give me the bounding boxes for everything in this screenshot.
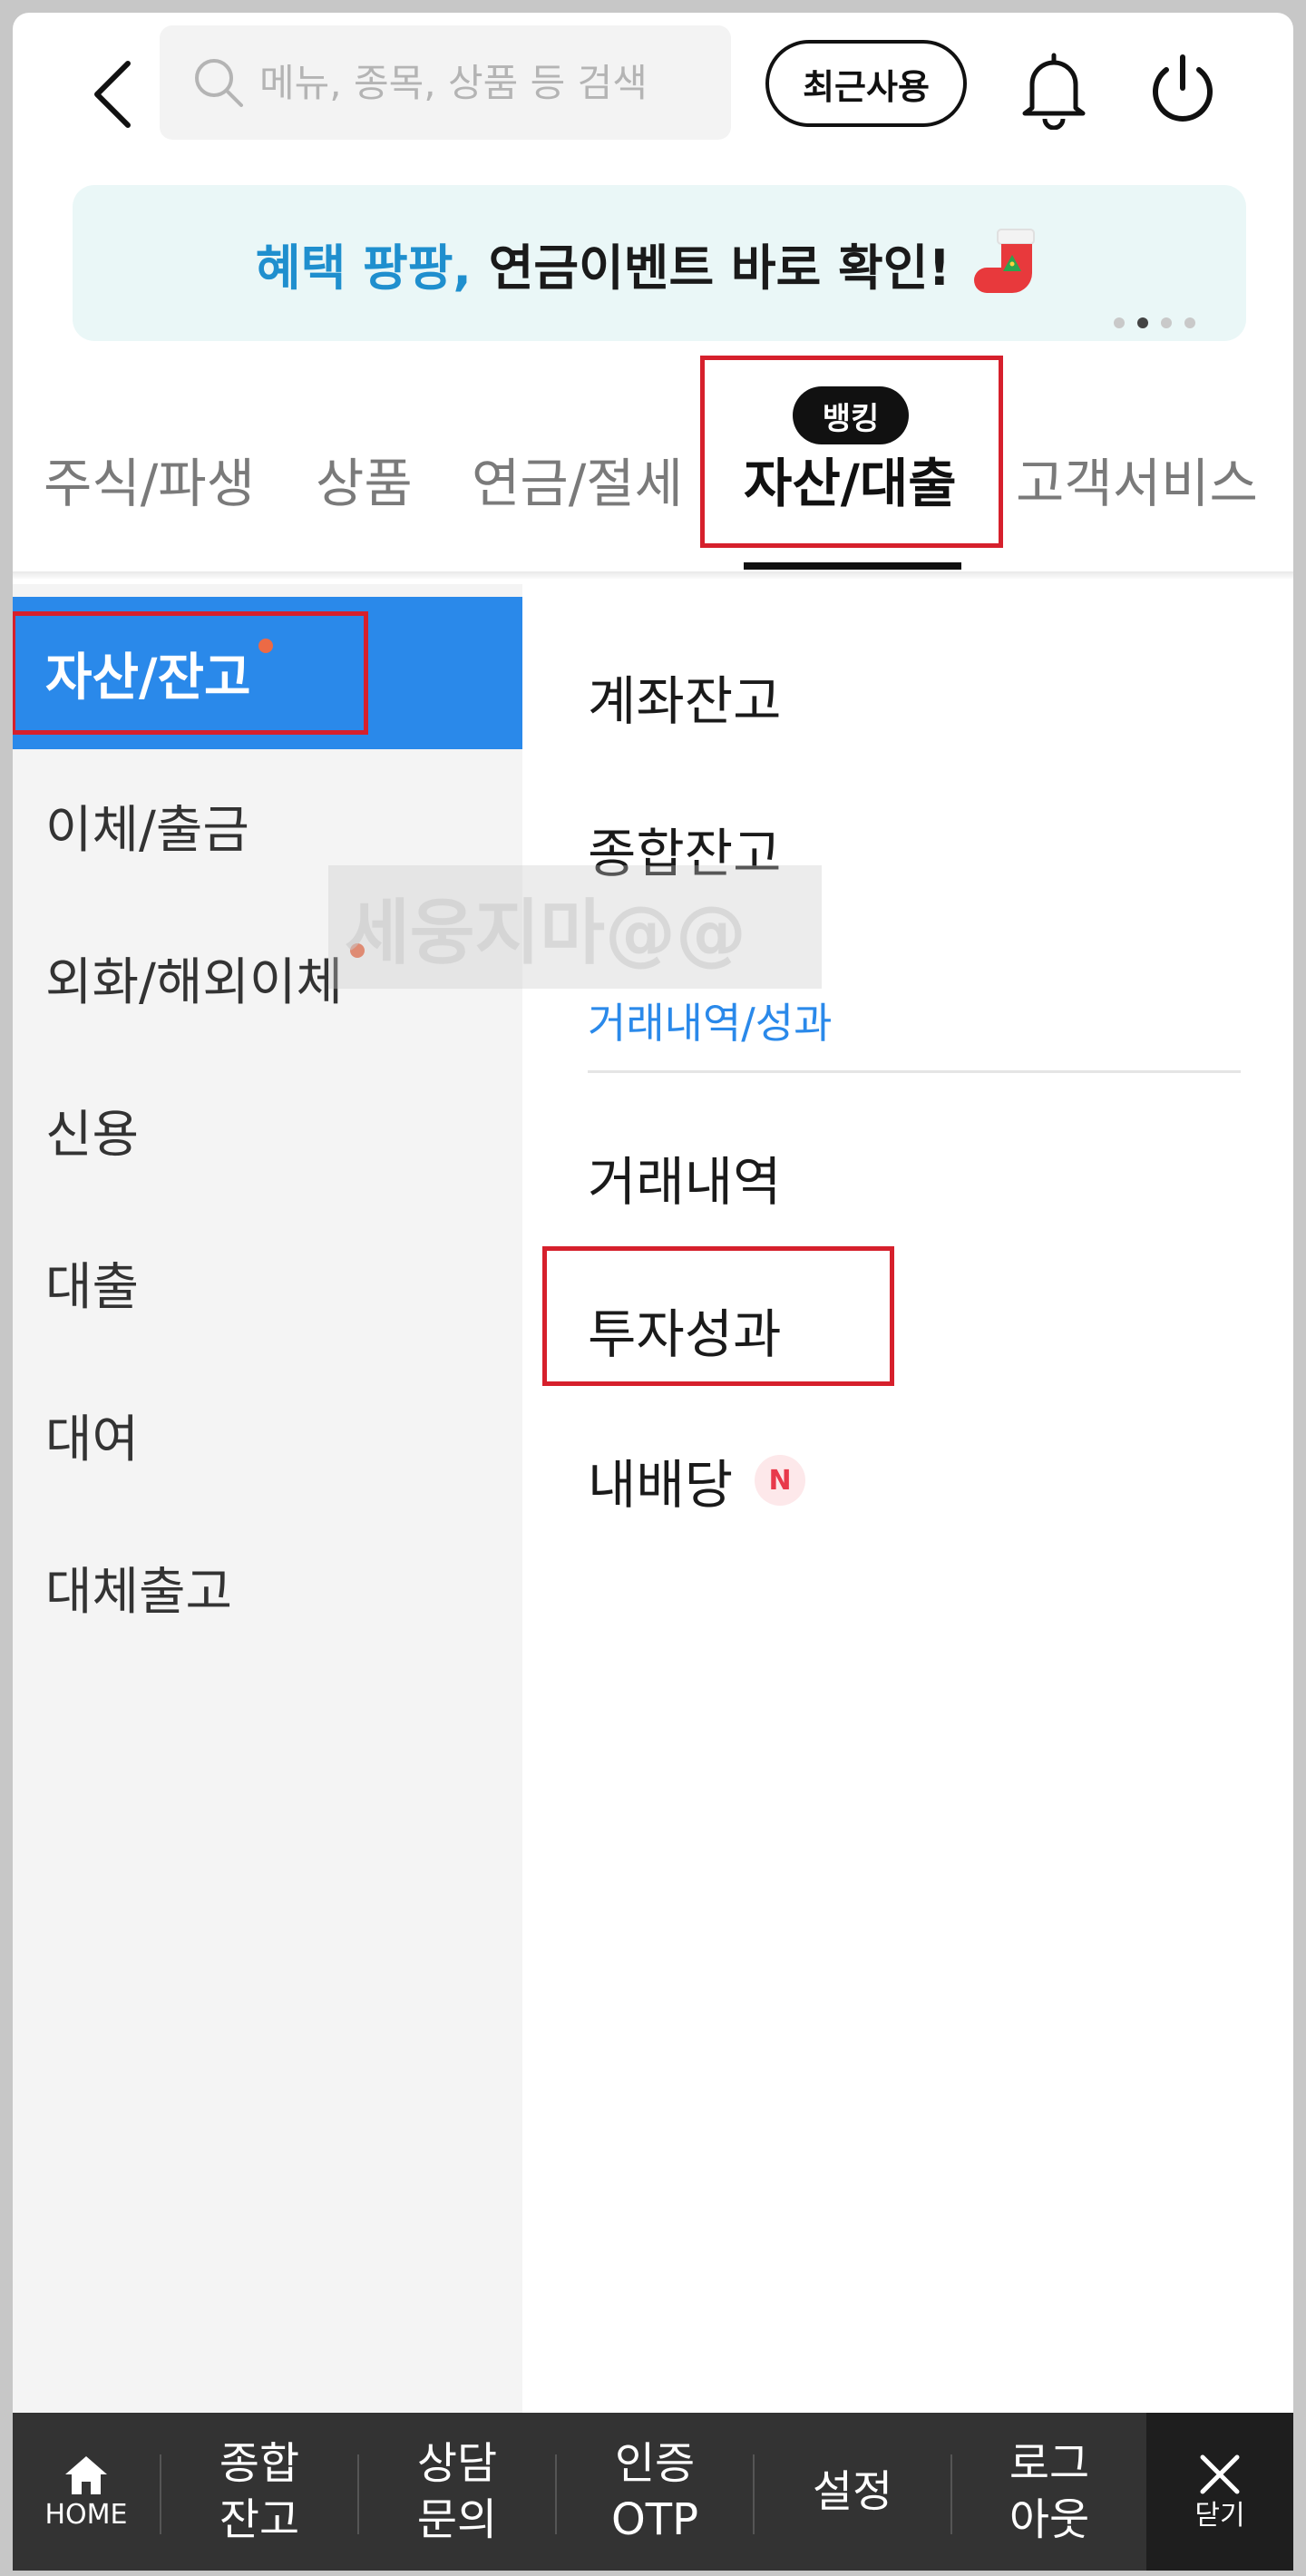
category-tabs: 주식/파생 상품 연금/절세 뱅킹 자산/대출 고객서비스 (13, 357, 1293, 579)
watermark: 세웅지마@@ (328, 865, 822, 989)
highlight-box-assets-loans-tab (700, 356, 1003, 548)
bottom-label-line1: 종합 (219, 2438, 300, 2489)
bottom-label-line2: 잔고 (219, 2494, 300, 2545)
left-menu-label: 신용 (45, 1105, 140, 1165)
left-menu-label: 대여 (45, 1410, 140, 1469)
menu-item-account-balance[interactable]: 계좌잔고 (588, 659, 781, 735)
bottom-home-button[interactable]: HOME (13, 2413, 160, 2571)
bottom-consult-button[interactable]: 상담 문의 (359, 2413, 555, 2571)
banner-pagination (1114, 317, 1195, 328)
menu-item-transaction-history[interactable]: 거래내역 (588, 1139, 781, 1215)
bottom-label-line1: 로그 (1009, 2438, 1090, 2489)
tab-stocks-derivatives[interactable]: 주식/파생 (44, 441, 255, 517)
bottom-label-line2: 아웃 (1009, 2494, 1090, 2545)
bottom-settings-button[interactable]: 설정 (755, 2413, 950, 2571)
bottom-logout-button[interactable]: 로그 아웃 (952, 2413, 1146, 2571)
highlight-box-assets-balance (13, 611, 368, 735)
notification-button[interactable] (1009, 40, 1099, 140)
left-menu-item-lending[interactable]: 대여 (13, 1359, 522, 1511)
bottom-label-line2: OTP (610, 2494, 699, 2545)
section-divider (588, 1070, 1241, 1073)
right-menu: 계좌잔고 종합잔고 거래내역/성과 거래내역 투자성과 내배당 N (522, 584, 1293, 2425)
bottom-label-line1: 설정 (812, 2466, 893, 2517)
section-title-history-performance: 거래내역/성과 (588, 999, 833, 1048)
close-button[interactable]: 닫기 (1146, 2413, 1293, 2571)
bell-icon (1022, 53, 1086, 130)
bottom-label-line2: 문의 (416, 2494, 498, 2545)
bottom-label-line1: 상담 (416, 2438, 498, 2489)
bottom-home-label: HOME (44, 2499, 128, 2531)
highlight-box-investment-performance (542, 1246, 894, 1386)
tabs-divider (13, 571, 1293, 579)
left-menu-label: 외화/해외이체 (45, 952, 343, 1012)
app-frame: 최근사용 혜택 팡팡, 연금이벤트 바로 확인! 주식/파생 상품 연금/절세 … (13, 13, 1293, 2571)
banner-dot[interactable] (1114, 317, 1125, 328)
banner-dot[interactable] (1161, 317, 1172, 328)
christmas-sock-icon (974, 229, 1036, 293)
search-icon (195, 59, 243, 107)
tab-pension-tax[interactable]: 연금/절세 (472, 441, 683, 517)
chevron-left-icon (94, 61, 131, 128)
left-menu-item-credit[interactable]: 신용 (13, 1054, 522, 1206)
new-badge: N (755, 1455, 806, 1506)
bottom-total-balance-button[interactable]: 종합 잔고 (161, 2413, 357, 2571)
banner-text: 혜택 팡팡, 연금이벤트 바로 확인! (256, 228, 950, 299)
search-box[interactable] (160, 25, 731, 140)
event-banner[interactable]: 혜택 팡팡, 연금이벤트 바로 확인! (73, 185, 1246, 341)
menu-item-label: 내배당 (588, 1454, 734, 1516)
tab-customer-service[interactable]: 고객서비스 (1016, 441, 1258, 517)
close-label: 닫기 (1194, 2500, 1245, 2532)
left-menu: 자산/잔고 이체/출금 외화/해외이체 신용 대출 대여 대체출고 (13, 584, 522, 2425)
home-icon (65, 2456, 107, 2494)
banner-message: 연금이벤트 바로 확인! (471, 239, 951, 297)
close-icon (1200, 2454, 1240, 2494)
left-menu-item-loan[interactable]: 대출 (13, 1206, 522, 1359)
left-menu-label: 대출 (45, 1257, 140, 1317)
back-button[interactable] (76, 49, 149, 140)
power-button[interactable] (1137, 40, 1228, 140)
left-menu-item-transfer-out[interactable]: 대체출고 (13, 1511, 522, 1664)
bottom-nav-bar: HOME 종합 잔고 상담 문의 인증 OTP 설정 로그 아웃 닫기 (13, 2413, 1293, 2571)
left-menu-label: 이체/출금 (45, 800, 249, 860)
bottom-label-line1: 인증 (614, 2438, 696, 2489)
banner-dot-active[interactable] (1137, 317, 1148, 328)
tab-products[interactable]: 상품 (316, 441, 413, 517)
bottom-otp-button[interactable]: 인증 OTP (557, 2413, 753, 2571)
search-input[interactable] (259, 60, 695, 105)
left-menu-label: 대체출고 (45, 1562, 233, 1622)
banner-highlight: 혜택 팡팡, (255, 239, 472, 297)
active-tab-indicator (744, 562, 961, 570)
recent-used-button[interactable]: 최근사용 (765, 40, 967, 127)
menu-item-my-dividends[interactable]: 내배당 N (588, 1442, 806, 1518)
power-icon (1153, 54, 1213, 122)
top-header: 최근사용 (13, 13, 1293, 176)
banner-dot[interactable] (1184, 317, 1195, 328)
